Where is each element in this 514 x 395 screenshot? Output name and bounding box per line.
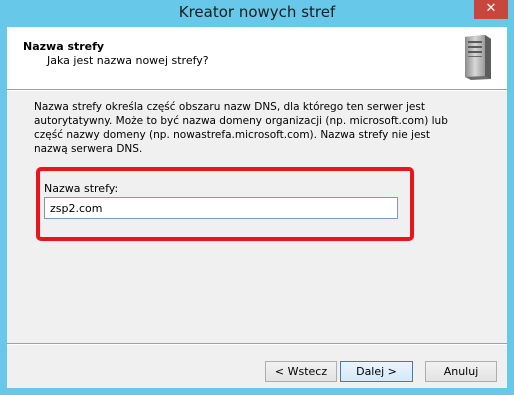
server-tower-icon: [465, 35, 491, 80]
page-subtitle: Jaka jest nazwa nowej strefy?: [47, 54, 209, 67]
footer-divider-highlight: [7, 344, 507, 345]
wizard-client-area: Nazwa strefy Jaka jest nazwa nowej stref…: [7, 27, 507, 388]
wizard-window: Kreator nowych stref ✕ Nazwa strefy Jaka…: [0, 0, 514, 395]
page-title: Nazwa strefy: [23, 40, 105, 53]
window-title: Kreator nowych stref: [178, 3, 336, 21]
header-divider-highlight: [7, 90, 507, 91]
wizard-header: Nazwa strefy Jaka jest nazwa nowej stref…: [7, 27, 507, 89]
close-icon: ✕: [485, 1, 497, 16]
back-button[interactable]: < Wstecz: [265, 361, 337, 382]
close-button[interactable]: ✕: [474, 0, 508, 19]
zone-name-input[interactable]: [44, 197, 398, 219]
title-bar[interactable]: Kreator nowych stref ✕: [0, 0, 514, 27]
next-button[interactable]: Dalej >: [340, 361, 413, 382]
zone-name-label: Nazwa strefy:: [44, 182, 119, 195]
zone-description: Nazwa strefy określa część obszaru nazw …: [34, 101, 448, 155]
cancel-button[interactable]: Anuluj: [425, 361, 497, 382]
